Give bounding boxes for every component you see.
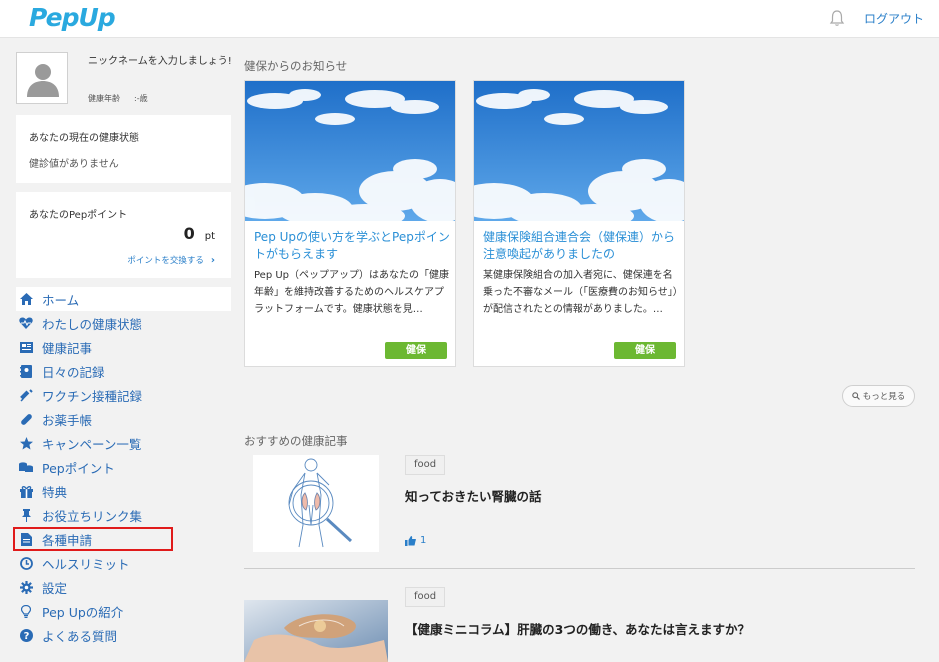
- top-header: PepUp ログアウト: [0, 0, 939, 38]
- nav-item-health-limit[interactable]: ヘルスリミット: [16, 551, 231, 575]
- pill-icon: [19, 412, 33, 426]
- nav-item-useful-links[interactable]: お役立ちリンク集: [16, 503, 231, 527]
- news-title[interactable]: 健康保険組合連合会（健保連）から注意喚起がありましたの: [483, 229, 679, 263]
- nav-item-medicine-notebook[interactable]: お薬手帳: [16, 407, 231, 431]
- article-title[interactable]: 知っておきたい腎臓の話: [405, 486, 542, 505]
- nav-label: お役立ちリンク集: [42, 508, 143, 524]
- chevron-right-icon: ›: [210, 255, 215, 266]
- nav-label: キャンペーン一覧: [42, 436, 142, 452]
- health-age: 健康年齢 :-歳: [88, 93, 162, 104]
- nav-label: Pep Upの紹介: [42, 604, 124, 620]
- nav-label: Pepポイント: [42, 460, 115, 476]
- nav-label: 設定: [42, 580, 68, 596]
- nav-item-settings[interactable]: 設定: [16, 575, 231, 599]
- category-tag: 健保: [385, 342, 447, 359]
- news-section-title: 健保からのお知らせ: [244, 59, 348, 73]
- nav-label: 各種申請: [42, 532, 93, 548]
- user-silhouette-icon: [27, 64, 59, 97]
- thumbs-up-icon: [405, 535, 416, 546]
- coins-icon: [19, 460, 33, 474]
- health-age-label: 健康年齢: [88, 94, 120, 103]
- sky-image: [245, 81, 455, 221]
- nav-label: わたしの健康状態: [42, 316, 143, 332]
- sidebar-nav: ホーム わたしの健康状態 健康記事 日々の記録 ワクチン接種記録 お薬手帳 キャ…: [13, 287, 231, 647]
- pin-icon: [19, 508, 33, 522]
- category-tag: 健保: [614, 342, 676, 359]
- like-count[interactable]: 1: [405, 535, 426, 546]
- nav-label: ヘルスリミット: [42, 556, 130, 572]
- exchange-points-link[interactable]: ポイントを交換する ›: [127, 254, 215, 266]
- article-title[interactable]: 【健康ミニコラム】肝臓の3つの働き、あなたは言えますか？: [405, 619, 750, 638]
- health-status-card: あなたの現在の健康状態 健診値がありません: [16, 115, 231, 183]
- nav-item-home[interactable]: ホーム: [16, 287, 231, 311]
- nav-item-pep-points[interactable]: Pepポイント: [16, 455, 231, 479]
- news-excerpt: 某健康保険組合の加入者宛に、健保連を名乗った不審なメール（「医療費のお知らせ」）…: [483, 270, 678, 315]
- document-icon: [19, 532, 33, 546]
- nav-item-pepup-intro[interactable]: Pep Upの紹介: [16, 599, 231, 623]
- nickname-prompt[interactable]: ニックネームを入力しましょう!: [88, 54, 233, 69]
- sky-image: [474, 81, 684, 221]
- svg-text:?: ?: [23, 631, 29, 642]
- nav-label: ホーム: [42, 292, 80, 308]
- gift-icon: [19, 484, 33, 498]
- points-card: あなたのPepポイント 0 pt ポイントを交換する ›: [16, 192, 231, 278]
- more-button-label: もっと見る: [862, 392, 906, 402]
- clock-icon: [19, 556, 33, 570]
- health-status-message: 健診値がありません: [29, 159, 119, 170]
- pepup-logo[interactable]: PepUp: [29, 3, 116, 32]
- nav-item-vaccination[interactable]: ワクチン接種記録: [16, 383, 231, 407]
- gear-icon: [19, 580, 33, 594]
- nav-item-articles[interactable]: 健康記事: [16, 335, 231, 359]
- nav-item-campaigns[interactable]: キャンペーン一覧: [16, 431, 231, 455]
- article-divider: [244, 568, 915, 569]
- nav-label: ワクチン接種記録: [42, 388, 143, 404]
- bell-icon[interactable]: [829, 9, 845, 27]
- news-excerpt: Pep Up（ペップアップ）はあなたの「健康年齢」を維持改善するためのヘルスケア…: [254, 270, 450, 315]
- points-title: あなたのPepポイント: [29, 210, 128, 221]
- nav-label: お薬手帳: [42, 412, 93, 428]
- news-card[interactable]: Pep Upの使い方を学ぶとPepポイントがもらえます Pep Up（ペップアッ…: [244, 80, 456, 367]
- nav-label: 日々の記録: [42, 364, 105, 380]
- article-item[interactable]: food 【健康ミニコラム】肝臓の3つの働き、あなたは言えますか？: [244, 587, 915, 662]
- search-icon: [851, 392, 860, 400]
- logout-link[interactable]: ログアウト: [864, 10, 924, 27]
- star-icon: [19, 436, 33, 450]
- news-card[interactable]: 健康保険組合連合会（健保連）から注意喚起がありましたの 某健康保険組合の加入者宛…: [473, 80, 685, 367]
- article-tag[interactable]: food: [405, 587, 446, 607]
- avatar[interactable]: [16, 52, 68, 104]
- nav-label: 特典: [42, 484, 68, 500]
- liver-photo: [244, 600, 388, 662]
- article-item[interactable]: food 知っておきたい腎臓の話 1: [244, 455, 915, 555]
- heartbeat-icon: [19, 316, 33, 330]
- nav-label: 健康記事: [42, 340, 93, 356]
- newspaper-icon: [19, 340, 33, 354]
- nav-item-faq[interactable]: ? よくある質問: [16, 623, 231, 647]
- question-icon: ?: [19, 628, 33, 642]
- nav-item-benefits[interactable]: 特典: [16, 479, 231, 503]
- home-icon: [19, 292, 33, 306]
- articles-section-title: おすすめの健康記事: [244, 434, 348, 448]
- nav-item-daily-records[interactable]: 日々の記録: [16, 359, 231, 383]
- nav-label: よくある質問: [42, 628, 118, 644]
- syringe-icon: [19, 388, 33, 402]
- like-count-value: 1: [420, 535, 427, 546]
- article-tag[interactable]: food: [405, 455, 446, 475]
- news-title[interactable]: Pep Upの使い方を学ぶとPepポイントがもらえます: [254, 229, 450, 263]
- nav-item-applications[interactable]: 各種申請: [13, 527, 173, 551]
- health-age-value: :-歳: [134, 94, 148, 103]
- kidney-illustration: [253, 455, 379, 552]
- more-button[interactable]: もっと見る: [842, 385, 915, 407]
- points-value: 0 pt: [183, 224, 215, 243]
- profile-block: ニックネームを入力しましょう! 健康年齢 :-歳: [16, 52, 233, 109]
- notebook-icon: [19, 364, 33, 378]
- nav-item-health-status[interactable]: わたしの健康状態: [16, 311, 231, 335]
- health-status-title: あなたの現在の健康状態: [29, 133, 139, 144]
- lightbulb-icon: [19, 604, 33, 618]
